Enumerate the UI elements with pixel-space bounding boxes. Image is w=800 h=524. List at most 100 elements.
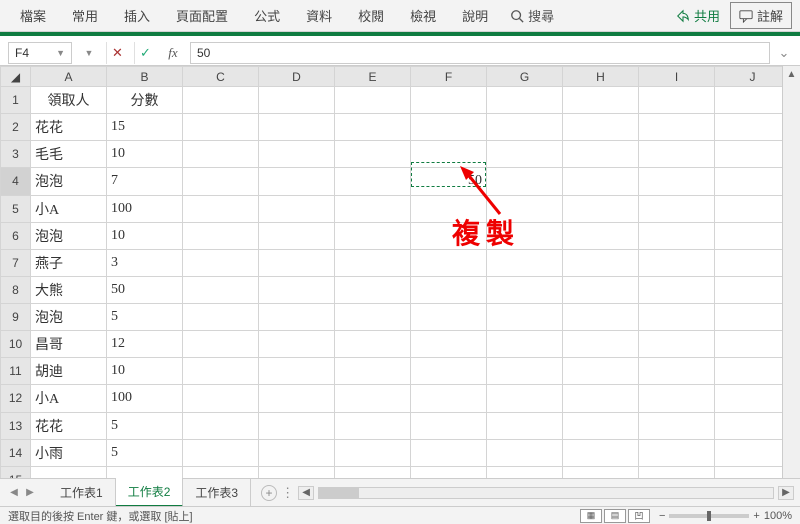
cell-A7[interactable]: 燕子 [31,249,107,276]
cell-B8[interactable]: 50 [107,276,183,303]
cell-C2[interactable] [183,114,259,141]
cell-A14[interactable]: 小雨 [31,439,107,466]
zoom-control[interactable]: − + 100% [659,510,792,522]
cell-D6[interactable] [259,222,335,249]
cell-G4[interactable] [487,168,563,195]
view-page-button[interactable]: ▤ [604,509,626,523]
cell-J9[interactable] [715,304,791,331]
cell-B12[interactable]: 100 [107,385,183,412]
cell-H1[interactable] [563,87,639,114]
cell-G2[interactable] [487,114,563,141]
sheet-tab-1[interactable]: 工作表1 [48,479,116,506]
cell-D13[interactable] [259,412,335,439]
cell-F7[interactable] [411,249,487,276]
cell-E12[interactable] [335,385,411,412]
formula-cancel-button[interactable]: ✕ [106,42,128,64]
cell-E7[interactable] [335,249,411,276]
cell-F1[interactable] [411,87,487,114]
zoom-in-button[interactable]: + [753,510,759,522]
cell-C13[interactable] [183,412,259,439]
cell-D9[interactable] [259,304,335,331]
cell-D4[interactable] [259,168,335,195]
cell-I14[interactable] [639,439,715,466]
cell-A12[interactable]: 小A [31,385,107,412]
cell-H6[interactable] [563,222,639,249]
cell-F2[interactable] [411,114,487,141]
add-sheet-button[interactable]: + [261,485,277,501]
cell-J13[interactable] [715,412,791,439]
cell-F11[interactable] [411,358,487,385]
cell-C9[interactable] [183,304,259,331]
spreadsheet-grid[interactable]: ◢ABCDEFGHIJ 1領取人分數2花花153毛毛104泡泡7505小A100… [0,66,791,494]
cell-E11[interactable] [335,358,411,385]
cell-B6[interactable]: 10 [107,222,183,249]
cell-A9[interactable]: 泡泡 [31,304,107,331]
ribbon-search[interactable]: 搜尋 [502,2,562,29]
cell-D11[interactable] [259,358,335,385]
row-header-8[interactable]: 8 [1,276,31,303]
cell-H3[interactable] [563,141,639,168]
cell-F6[interactable] [411,222,487,249]
cell-B3[interactable]: 10 [107,141,183,168]
cell-G11[interactable] [487,358,563,385]
cell-H12[interactable] [563,385,639,412]
cell-J5[interactable] [715,195,791,222]
cell-D14[interactable] [259,439,335,466]
cell-C11[interactable] [183,358,259,385]
cell-B5[interactable]: 100 [107,195,183,222]
cell-B13[interactable]: 5 [107,412,183,439]
row-header-14[interactable]: 14 [1,439,31,466]
cell-I7[interactable] [639,249,715,276]
cell-E14[interactable] [335,439,411,466]
cell-G12[interactable] [487,385,563,412]
cell-J1[interactable] [715,87,791,114]
cell-H11[interactable] [563,358,639,385]
row-header-4[interactable]: 4 [1,168,31,195]
cell-I12[interactable] [639,385,715,412]
cell-A10[interactable]: 昌哥 [31,331,107,358]
cell-D1[interactable] [259,87,335,114]
cell-F10[interactable] [411,331,487,358]
ribbon-tab-data[interactable]: 資料 [294,0,344,31]
cell-G13[interactable] [487,412,563,439]
cell-C12[interactable] [183,385,259,412]
cell-E9[interactable] [335,304,411,331]
view-break-button[interactable]: 凹 [628,509,650,523]
row-header-1[interactable]: 1 [1,87,31,114]
cell-G9[interactable] [487,304,563,331]
cell-F5[interactable] [411,195,487,222]
cell-F12[interactable] [411,385,487,412]
cell-A1[interactable]: 領取人 [31,87,107,114]
row-header-10[interactable]: 10 [1,331,31,358]
cell-I3[interactable] [639,141,715,168]
cell-D3[interactable] [259,141,335,168]
zoom-slider[interactable] [669,514,749,518]
column-header-D[interactable]: D [259,67,335,87]
cell-F13[interactable] [411,412,487,439]
cell-I8[interactable] [639,276,715,303]
sheet-nav-next[interactable]: ▶ [22,487,38,498]
column-header-I[interactable]: I [639,67,715,87]
name-box-dropdown[interactable]: ▼ [78,42,100,64]
cell-G14[interactable] [487,439,563,466]
zoom-out-button[interactable]: − [659,510,665,522]
formula-enter-button[interactable]: ✓ [134,42,156,64]
cell-H4[interactable] [563,168,639,195]
cell-H13[interactable] [563,412,639,439]
row-header-7[interactable]: 7 [1,249,31,276]
row-header-13[interactable]: 13 [1,412,31,439]
cell-I11[interactable] [639,358,715,385]
cell-H5[interactable] [563,195,639,222]
row-header-6[interactable]: 6 [1,222,31,249]
cell-B14[interactable]: 5 [107,439,183,466]
ribbon-tab-home[interactable]: 常用 [60,0,110,31]
cell-C4[interactable] [183,168,259,195]
column-header-J[interactable]: J [715,67,791,87]
cell-A11[interactable]: 胡迪 [31,358,107,385]
cell-I13[interactable] [639,412,715,439]
cell-G7[interactable] [487,249,563,276]
share-button[interactable]: 共用 [668,2,728,29]
row-header-5[interactable]: 5 [1,195,31,222]
column-header-H[interactable]: H [563,67,639,87]
cell-G5[interactable] [487,195,563,222]
